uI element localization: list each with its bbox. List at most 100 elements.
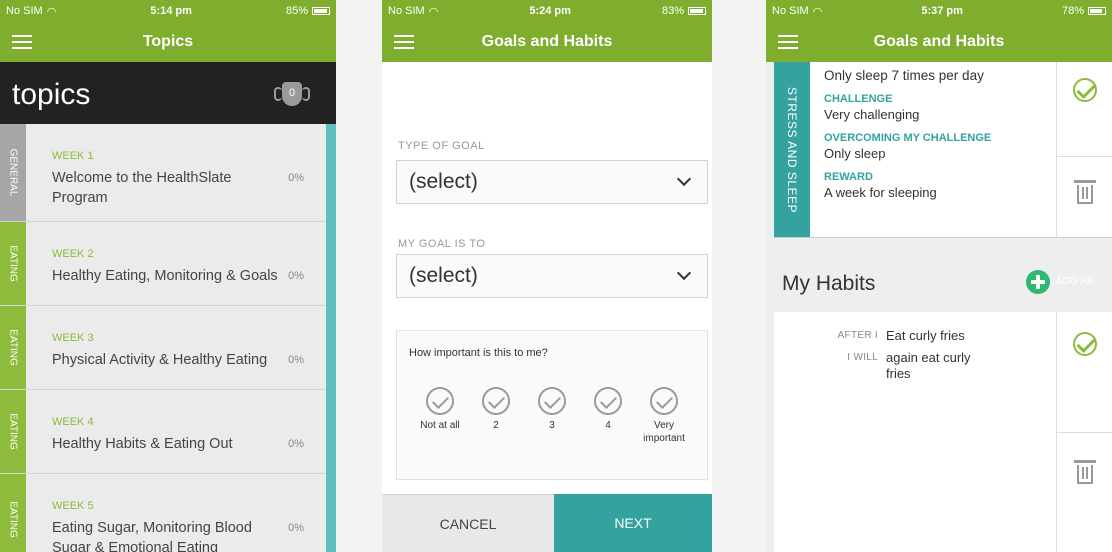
battery-percent: 83% [661,5,684,17]
topic-category: GENERAL [0,124,26,221]
topic-category-label: GENERAL [7,148,19,197]
carrier-label: No SIM [6,5,43,17]
topic-title: Welcome to the HealthSlate Program [52,170,232,206]
check-icon [1072,332,1097,356]
topic-week: WEEK 4 [52,416,94,428]
check-icon [1072,78,1097,102]
topic-progress: 0% [288,522,304,534]
page-title: Goals and Habits [481,33,613,50]
type-of-goal-label: TYPE OF GOAL [398,140,485,152]
status-time: 5:37 pm [921,5,963,17]
delete-goal-button[interactable] [1057,180,1112,204]
check-circle-icon [538,387,566,415]
habits-header: My Habits ADD HA [774,260,1112,306]
divider [1057,432,1112,433]
habit-will-row: I WILL again eat curly fries [774,350,994,382]
topic-item[interactable]: GENERAL WEEK 1 Welcome to the HealthSlate … [0,124,326,222]
status-time: 5:14 pm [150,5,192,17]
topic-week: WEEK 1 [52,150,94,162]
carrier-label: No SIM [772,5,809,17]
wifi-icon: ◠ [428,5,439,18]
phone-topics: No SIM ◠ 5:14 pm 85% Topics topics 0 GEN… [0,0,336,552]
delete-habit-button[interactable] [1057,460,1112,484]
habit-after-row: AFTER I Eat curly fries [774,328,994,344]
menu-icon[interactable] [12,35,32,49]
check-circle-icon [482,387,510,415]
topic-progress: 0% [288,172,304,184]
topic-item[interactable]: EATING WEEK 5 Eating Sugar, Monitoring Blo… [0,474,326,552]
chevron-down-icon [676,171,692,187]
goal-value: (select) [409,264,478,287]
overcoming-value: Only sleep [824,146,886,161]
add-habit-icon[interactable] [1026,270,1050,294]
rating-label: Not at all [420,420,460,431]
topics-heading: topics [12,78,91,111]
rating-option[interactable]: 3 [529,387,575,445]
rating-option[interactable]: 2 [473,387,519,445]
overcoming-label: OVERCOMING MY CHALLENGE [824,132,992,144]
goal-actions [1056,62,1112,237]
battery-percent: 78% [1061,5,1084,17]
topic-week: WEEK 3 [52,332,94,344]
challenge-value: Very challenging [824,107,920,122]
habits-title: My Habits [782,272,876,295]
complete-goal-button[interactable] [1057,78,1112,102]
after-label: AFTER I [837,330,878,341]
carrier-label: No SIM [388,5,425,17]
habit-actions [1056,312,1112,552]
cancel-button[interactable]: CANCEL [382,494,554,552]
goal-category-label: STRESS AND SLEEP [785,86,800,213]
topic-week: WEEK 5 [52,500,94,512]
phone-goal-form: No SIM ◠ 5:24 pm 83% Goals and Habits TY… [382,0,712,552]
next-button[interactable]: NEXT [554,494,712,552]
check-circle-icon [594,387,622,415]
trash-icon [1073,180,1096,204]
topic-progress: 0% [288,438,304,450]
type-of-goal-select[interactable]: (select) [396,160,708,204]
goal-card[interactable]: STRESS AND SLEEP Only sleep 7 times per … [774,62,1112,238]
battery-icon [688,7,706,15]
topic-progress: 0% [288,354,304,366]
phone-goals-habits: No SIM ◠ 5:37 pm 78% Goals and Habits ST… [766,0,1112,552]
check-circle-icon [650,387,678,415]
menu-icon[interactable] [778,35,798,49]
trash-icon [1073,460,1096,484]
nav-bar: Goals and Habits [382,22,712,62]
challenge-label: CHALLENGE [824,93,893,105]
goal-details: Only sleep 7 times per day CHALLENGE Ver… [824,68,1054,200]
rating-option[interactable]: 4 [585,387,631,445]
badge-shield-icon[interactable]: 0 [274,82,310,106]
topic-category-label: EATING [7,501,19,538]
habit-card[interactable]: AFTER I Eat curly fries I WILL again eat… [774,312,1112,552]
topic-progress: 0% [288,270,304,282]
rating-label: Very important [643,420,685,444]
reward-label: REWARD [824,171,873,183]
rating-option[interactable]: Very important [641,387,687,445]
goal-select[interactable]: (select) [396,254,708,298]
topic-category: EATING [0,474,26,552]
background-panel [712,0,766,552]
nav-bar: Topics [0,22,336,62]
topic-category-label: EATING [7,245,19,282]
topic-item[interactable]: EATING WEEK 4 Healthy Habits & Eating Out 0… [0,390,326,474]
topic-title: Healthy Eating, Monitoring & Goals [52,268,278,284]
topic-item[interactable]: EATING WEEK 3 Physical Activity & Healthy … [0,306,326,390]
importance-panel: How important is this to me? Not at all 2… [396,330,708,480]
topic-title: Eating Sugar, Monitoring Blood Sugar & E… [52,520,252,552]
importance-rating: Not at all 2 3 4 Very important [397,387,707,445]
status-bar: No SIM ◠ 5:14 pm 85% [0,0,336,22]
importance-question: How important is this to me? [409,347,548,359]
wifi-icon: ◠ [46,5,57,18]
rating-label: 4 [605,420,611,431]
topic-title: Healthy Habits & Eating Out [52,436,233,452]
add-habit-label[interactable]: ADD HA [1056,276,1094,287]
scroll-rail [326,124,336,552]
battery-percent: 85% [285,5,308,17]
menu-icon[interactable] [394,35,414,49]
will-value: again eat curly fries [886,350,971,381]
topic-item[interactable]: EATING WEEK 2 Healthy Eating, Monitoring &… [0,222,326,306]
complete-habit-button[interactable] [1057,332,1112,356]
rating-option[interactable]: Not at all [417,387,463,445]
topics-header: topics 0 [0,62,336,124]
nav-bar: Goals and Habits [766,22,1112,62]
